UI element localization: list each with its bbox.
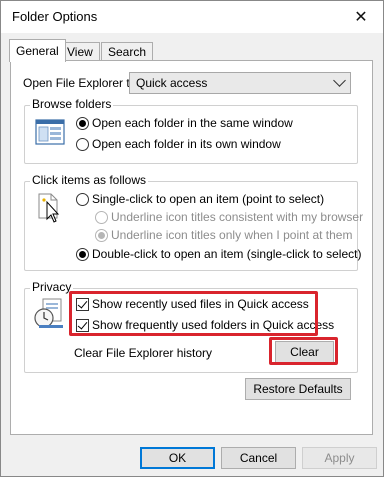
single-click-label: Single-click to open an item (point to s… [92, 192, 325, 206]
recent-files-label: Show recently used files in Quick access [92, 297, 309, 311]
underline-consistent-label: Underline icon titles consistent with my… [111, 210, 364, 224]
browse-folders-title: Browse folders [30, 97, 114, 111]
chevron-down-icon [333, 74, 346, 87]
checkbox-frequent-folders[interactable] [76, 319, 89, 332]
clear-button[interactable]: Clear [275, 341, 334, 363]
radio-single-click[interactable] [76, 193, 89, 206]
underline-point-label: Underline icon titles only when I point … [111, 228, 353, 242]
frequent-folders-label: Show frequently used folders in Quick ac… [92, 318, 335, 332]
open-explorer-value: Quick access [136, 76, 208, 90]
double-click-label: Double-click to open an item (single-cli… [92, 247, 362, 261]
radio-double-click[interactable] [76, 248, 89, 261]
close-button[interactable]: ✕ [339, 1, 383, 33]
same-window-label: Open each folder in the same window [92, 116, 293, 130]
tab-search[interactable]: Search [101, 42, 154, 61]
radio-own-window[interactable] [76, 138, 89, 151]
ok-button[interactable]: OK [140, 447, 215, 469]
radio-same-window[interactable] [76, 117, 89, 130]
close-icon: ✕ [354, 9, 368, 26]
clear-history-label: Clear File Explorer history [74, 346, 213, 360]
pointer-click-icon [38, 193, 60, 223]
browse-folders-group [24, 105, 358, 164]
browse-folders-icon [35, 119, 65, 145]
folder-options-window: Folder Options ✕ General View Search Ope… [0, 0, 384, 477]
checkbox-recent-files[interactable] [76, 298, 89, 311]
radio-underline-point[interactable] [95, 229, 108, 242]
window-title: Folder Options [12, 9, 98, 24]
restore-defaults-button[interactable]: Restore Defaults [245, 378, 351, 400]
title-bar: Folder Options ✕ [1, 1, 383, 33]
open-explorer-label: Open File Explorer to: [23, 76, 140, 90]
own-window-label: Open each folder in its own window [92, 137, 281, 151]
tab-view[interactable]: View [60, 42, 100, 61]
privacy-title: Privacy [30, 280, 74, 294]
radio-underline-consistent[interactable] [95, 211, 108, 224]
apply-button[interactable]: Apply [302, 447, 377, 469]
cancel-button[interactable]: Cancel [221, 447, 296, 469]
privacy-clock-icon [34, 298, 63, 328]
click-items-title: Click items as follows [30, 173, 149, 187]
tab-general[interactable]: General [9, 39, 66, 62]
open-explorer-select[interactable]: Quick access [129, 72, 351, 94]
